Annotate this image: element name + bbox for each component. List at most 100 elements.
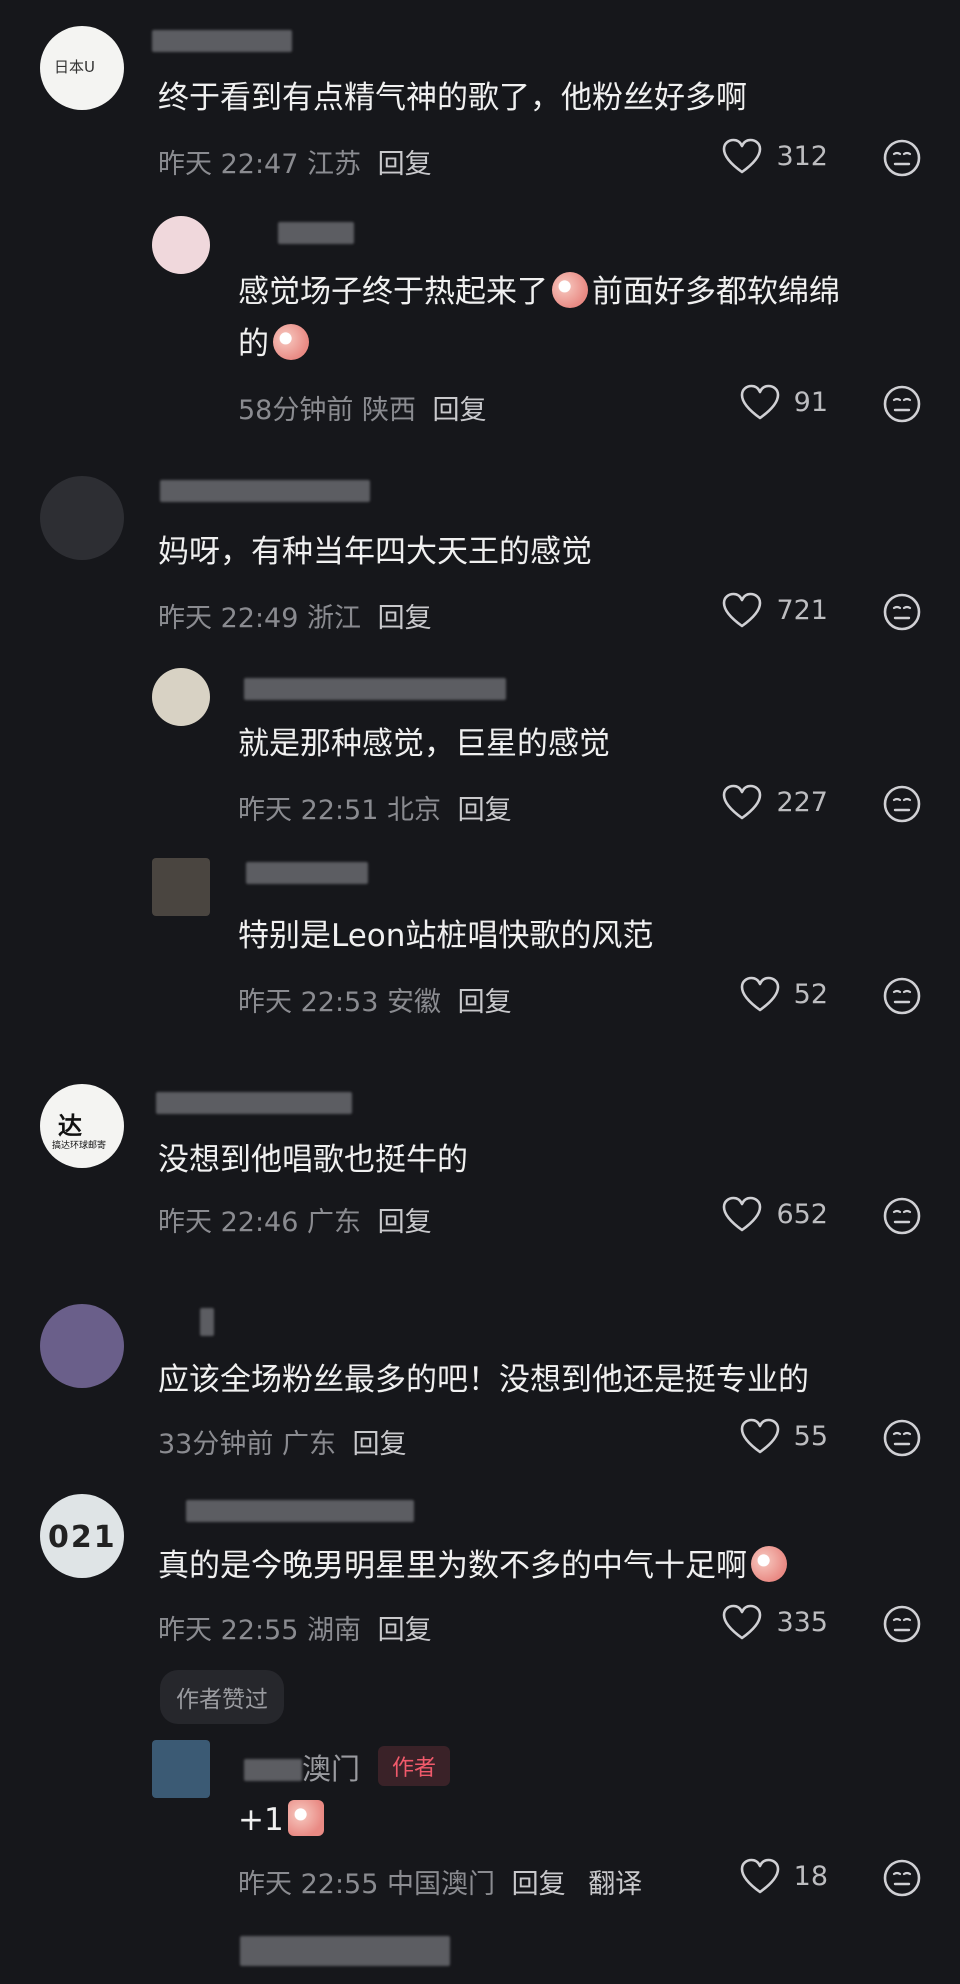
author-badge: 作者 [378, 1746, 451, 1786]
comment-region: 陕西 [361, 395, 416, 426]
dislike-icon[interactable] [882, 976, 922, 1016]
dislike-icon[interactable] [882, 1196, 922, 1236]
username-blurred[interactable] [278, 222, 354, 244]
like-count: 652 [776, 1198, 828, 1230]
username-blurred[interactable] [186, 1500, 414, 1522]
like-count: 312 [776, 140, 828, 172]
avatar[interactable]: 日本U [40, 26, 124, 110]
comment-meta: 昨天 22:49 浙江 回复 [158, 596, 432, 635]
dislike-icon[interactable] [882, 384, 922, 424]
like-button[interactable]: 721 [722, 592, 828, 628]
comment-time: 昨天 22:49 [158, 603, 299, 634]
comment-text: +1 [238, 1794, 328, 1846]
comment-region: 浙江 [307, 603, 361, 634]
username-blurred[interactable] [244, 678, 506, 700]
reply-button[interactable]: 回复 [458, 795, 512, 826]
comment-meta: 58分钟前 陕西 回复 [238, 388, 487, 427]
crying-emoji-icon [287, 1800, 324, 1836]
avatar-logo-subtext: 搞达环球邮寄 [52, 1141, 107, 1151]
avatar[interactable] [152, 668, 210, 726]
heart-icon [722, 592, 762, 628]
comment-text: 妈呀，有种当年四大天王的感觉 [158, 534, 592, 570]
comment-time: 58分钟前 [238, 395, 354, 426]
like-button[interactable]: 52 [740, 976, 828, 1012]
reply-button[interactable]: 回复 [378, 149, 432, 180]
dislike-icon[interactable] [882, 1858, 922, 1898]
crying-emoji-icon [273, 324, 309, 360]
heart-icon [740, 976, 780, 1012]
like-button[interactable]: 18 [740, 1858, 828, 1894]
comment-meta: 昨天 22:55 湖南 回复 [158, 1608, 432, 1647]
like-count: 227 [776, 786, 828, 818]
avatar[interactable] [40, 1304, 124, 1388]
dislike-icon[interactable] [882, 592, 922, 632]
comment-text: 终于看到有点精气神的歌了，他粉丝好多啊 [158, 80, 747, 116]
reply-button[interactable]: 回复 [433, 395, 487, 426]
username-blurred[interactable] [246, 862, 368, 884]
comment-text: 没想到他唱歌也挺牛的 [158, 1142, 468, 1178]
username-text: 澳门 [302, 1752, 361, 1786]
like-button[interactable]: 652 [722, 1196, 828, 1232]
username-blurred[interactable] [200, 1308, 214, 1336]
reply-button[interactable]: 回复 [512, 1869, 566, 1900]
avatar[interactable] [152, 216, 210, 274]
comment-text-part: 感觉场子终于热起来了 [238, 274, 548, 310]
reply-button[interactable]: 回复 [378, 1207, 432, 1238]
like-count: 55 [793, 1420, 828, 1452]
comment-text: 应该全场粉丝最多的吧！没想到他还是挺专业的 [158, 1362, 809, 1398]
dislike-icon[interactable] [882, 1604, 922, 1644]
peach-emoji-icon [552, 272, 588, 308]
comment-text-part: 前面好多都软绵绵 [592, 274, 840, 310]
comment-text-part: 真的是今晚男明星里为数不多的中气十足啊 [158, 1548, 747, 1584]
translate-button[interactable]: 翻译 [588, 1869, 642, 1900]
comment-text: 特别是Leon站桩唱快歌的风范 [238, 918, 654, 954]
username-blurred [244, 1759, 302, 1781]
reply-button[interactable]: 回复 [378, 1615, 432, 1646]
like-count: 52 [793, 978, 828, 1010]
comment-meta: 昨天 22:47 江苏 回复 [158, 142, 432, 181]
avatar[interactable] [152, 858, 210, 916]
username[interactable]: 澳门 作者 [244, 1746, 451, 1788]
like-count: 18 [793, 1860, 828, 1892]
comment-time: 昨天 22:46 [158, 1207, 299, 1238]
comment-meta: 昨天 22:55 中国澳门 回复 翻译 [238, 1862, 642, 1901]
reply-button[interactable]: 回复 [353, 1429, 407, 1460]
like-button[interactable]: 55 [740, 1418, 828, 1454]
username-blurred[interactable] [152, 30, 292, 52]
comment-time: 昨天 22:53 [238, 987, 379, 1018]
like-count: 91 [793, 386, 828, 418]
comment-meta: 昨天 22:51 北京 回复 [238, 788, 512, 827]
like-count: 335 [776, 1606, 828, 1638]
avatar-logo-text: 日本U [54, 58, 95, 76]
like-button[interactable]: 312 [722, 138, 828, 174]
comment-time: 昨天 22:47 [158, 149, 299, 180]
username-blurred[interactable] [156, 1092, 352, 1114]
avatar[interactable] [40, 476, 124, 560]
dislike-icon[interactable] [882, 138, 922, 178]
avatar[interactable]: 021 [40, 1494, 124, 1578]
comment-meta: 33分钟前 广东 回复 [158, 1422, 407, 1461]
comment-time: 昨天 22:55 [238, 1869, 379, 1900]
comment-region: 北京 [387, 795, 441, 826]
like-count: 721 [776, 594, 828, 626]
comment-region: 安徽 [387, 987, 441, 1018]
dislike-icon[interactable] [882, 784, 922, 824]
reply-button[interactable]: 回复 [378, 603, 432, 634]
like-button[interactable]: 335 [722, 1604, 828, 1640]
comment-meta: 昨天 22:53 安徽 回复 [238, 980, 512, 1019]
comment-text-part: +1 [238, 1802, 284, 1838]
avatar[interactable]: 达 搞达环球邮寄 [40, 1084, 124, 1168]
dislike-icon[interactable] [882, 1418, 922, 1458]
reply-button[interactable]: 回复 [458, 987, 512, 1018]
comment-meta: 昨天 22:46 广东 回复 [158, 1200, 432, 1239]
comment-region: 中国澳门 [387, 1869, 495, 1900]
like-button[interactable]: 227 [722, 784, 828, 820]
heart-icon [740, 1858, 780, 1894]
like-button[interactable]: 91 [740, 384, 828, 420]
avatar[interactable] [152, 1740, 210, 1798]
avatar-logo-text: 达 [58, 1112, 82, 1140]
heart-icon [722, 784, 762, 820]
author-liked-tag: 作者赞过 [160, 1670, 284, 1724]
username-blurred[interactable] [160, 480, 370, 502]
comment-time: 昨天 22:51 [238, 795, 379, 826]
